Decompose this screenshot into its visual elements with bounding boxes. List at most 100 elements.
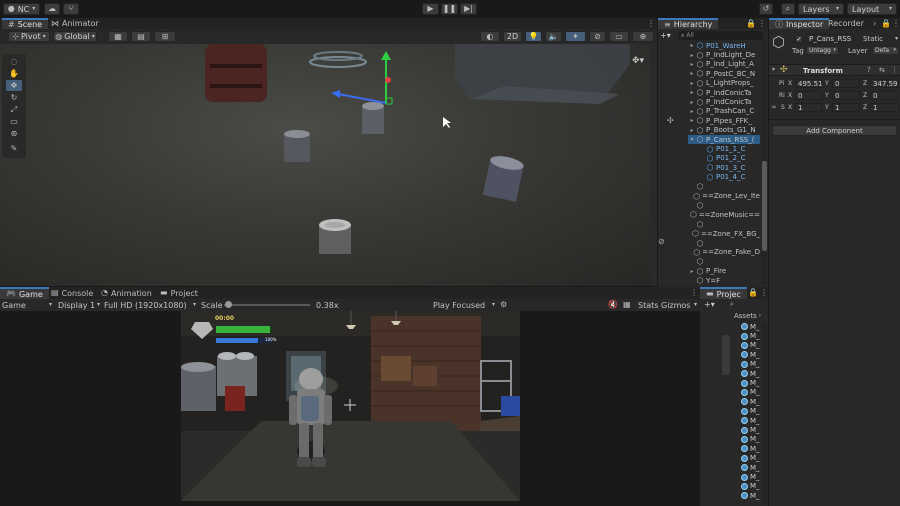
transform-tool-button[interactable]: ⊛	[6, 128, 22, 139]
rotation-x-field[interactable]: 0	[795, 91, 822, 100]
account-button[interactable]: ● NC ▾	[3, 3, 40, 15]
hierarchy-item[interactable]: ⬡	[688, 182, 760, 191]
hierarchy-item[interactable]: ⬡ P01_2_C	[688, 154, 760, 163]
audio-button[interactable]: 🔈	[545, 31, 562, 42]
hierarchy-item[interactable]: ▸ ⬡ P_IndConicTa	[688, 97, 760, 107]
hierarchy-item[interactable]: ⬡	[688, 257, 760, 266]
gizmos-dropdown[interactable]: Gizmos ▾	[661, 300, 697, 310]
view-tool-button[interactable]: ◌	[6, 56, 22, 67]
rotation-z-label[interactable]: Z	[863, 92, 867, 99]
add-component-button[interactable]: Add Component	[772, 125, 897, 136]
asset-item[interactable]: M_	[741, 369, 760, 378]
tab-game[interactable]: 🎮 Game	[0, 287, 49, 299]
draw-mode-button[interactable]: ◐	[480, 31, 500, 42]
global-dropdown[interactable]: ◍ Global ▾	[53, 31, 97, 42]
mute-audio-icon[interactable]: 🔇	[608, 300, 618, 309]
gizmos-button[interactable]: ⊕	[632, 31, 654, 42]
project-search-icon[interactable]: ⌕	[730, 300, 734, 309]
foldout-closed-icon[interactable]: ▸	[688, 99, 696, 106]
game-view[interactable]: 00:00 100%	[181, 311, 520, 501]
asset-item[interactable]: M_	[741, 472, 760, 481]
hierarchy-item[interactable]: ▸ ⬡ P_Fire	[688, 267, 760, 276]
foldout-closed-icon[interactable]: ▸	[688, 52, 696, 59]
asset-item[interactable]: M_	[741, 463, 760, 472]
move-tool-button[interactable]: ✥	[6, 80, 22, 91]
shortcuts-icon[interactable]: ▦	[623, 300, 631, 309]
asset-item[interactable]: M_	[741, 331, 760, 340]
foldout-closed-icon[interactable]: ▸	[688, 70, 696, 77]
history-button[interactable]: ↺	[759, 3, 773, 15]
hierarchy-item[interactable]: ⬡	[688, 220, 760, 229]
hierarchy-toggle-icon[interactable]: ✣	[667, 116, 674, 125]
increment-snap-button[interactable]: ⊞	[154, 31, 176, 42]
scale-y-field[interactable]: 1	[832, 103, 860, 112]
hierarchy-scrollbar[interactable]	[762, 41, 767, 285]
lock-icon[interactable]: 🔒	[746, 19, 756, 28]
tab-inspector[interactable]: ⓘ Inspector	[769, 18, 830, 29]
stats-button[interactable]: Stats	[638, 301, 658, 310]
rotation-z-field[interactable]: 0	[870, 91, 899, 100]
asset-item[interactable]: M_	[741, 388, 760, 397]
asset-item[interactable]: M_	[741, 341, 760, 350]
hierarchy-item[interactable]: ⬡	[688, 201, 760, 210]
resolution-dropdown[interactable]: Full HD (1920x1080) ▾	[104, 300, 196, 310]
scale-y-label[interactable]: Y	[825, 104, 829, 111]
step-button[interactable]: ▶|	[460, 3, 477, 15]
hierarchy-search[interactable]: ⌕ All	[678, 31, 764, 40]
foldout-closed-icon[interactable]: ▸	[688, 268, 696, 275]
position-x-label[interactable]: X	[788, 80, 792, 87]
lock-icon[interactable]: 🔒	[881, 19, 891, 28]
scale-tool-button[interactable]: ⤢	[6, 104, 22, 115]
preset-icon[interactable]: ⇆	[879, 66, 885, 74]
hierarchy-item[interactable]: ▸ ⬡ P01_WareH	[688, 41, 760, 50]
custom-tool-button[interactable]: ✎	[6, 143, 22, 154]
position-z-label[interactable]: Z	[863, 80, 867, 87]
position-y-label[interactable]: Y	[825, 80, 829, 87]
scale-slider-handle[interactable]	[224, 301, 232, 308]
hierarchy-item[interactable]: ⬡ ==Zone_FX_BG_	[688, 229, 760, 238]
asset-item[interactable]: M_	[741, 360, 760, 369]
hierarchy-item[interactable]: ▸ ⬡ P_TrashCan_C	[688, 107, 760, 116]
hierarchy-item[interactable]: ⬡ P01_4_C	[688, 173, 760, 182]
play-button[interactable]: ▶	[422, 3, 439, 15]
asset-item[interactable]: M_	[741, 482, 760, 491]
active-checkbox[interactable]: ✓	[795, 35, 803, 43]
position-y-field[interactable]: 0	[832, 79, 860, 88]
scale-z-label[interactable]: Z	[863, 104, 867, 111]
hierarchy-scrollbar-thumb[interactable]	[762, 161, 767, 251]
hierarchy-item[interactable]: ▾ ⬡ P_Cans_RSS_(	[688, 135, 760, 145]
hierarchy-visibility-icon[interactable]: ⊘	[658, 237, 665, 246]
asset-item[interactable]: M_	[741, 454, 760, 463]
tab-recorder[interactable]: Recorder	[822, 18, 870, 29]
asset-item[interactable]: M_	[741, 378, 760, 387]
hierarchy-item[interactable]: ⬡ Y=F	[688, 276, 760, 285]
asset-item[interactable]: M_	[741, 416, 760, 425]
project-scrollbar[interactable]	[763, 323, 767, 503]
kebab-menu-icon[interactable]: ⋮	[891, 66, 898, 74]
tab-console[interactable]: ▤ Console	[45, 287, 99, 299]
kebab-menu-icon[interactable]: ⋮	[892, 19, 900, 28]
mode-2d-button[interactable]: 2D	[503, 31, 522, 42]
hierarchy-item[interactable]: ▸ ⬡ P_Boots_G1_N	[688, 126, 760, 135]
asset-item[interactable]: M_	[741, 425, 760, 434]
tab-animation[interactable]: ◔ Animation	[95, 287, 158, 299]
scale-x-label[interactable]: X	[788, 104, 792, 111]
kebab-menu-icon[interactable]: ⋮	[758, 19, 766, 28]
project-create-button[interactable]: +▾	[704, 300, 715, 309]
scale-link-icon[interactable]: ∞	[771, 103, 777, 111]
tab-project-mini[interactable]: ▬ Projec	[700, 287, 747, 299]
hierarchy-item[interactable]: ⬡ ==ZoneMusic==	[688, 210, 760, 219]
scale-slider[interactable]	[224, 301, 310, 308]
hierarchy-item[interactable]: ▸ ⬡ P_IndLight_De	[688, 50, 760, 60]
cloud-button[interactable]: ☁	[44, 3, 60, 15]
asset-item[interactable]: M_	[741, 407, 760, 416]
kebab-menu-icon[interactable]: ⋮	[760, 288, 768, 297]
help-icon[interactable]: ?	[867, 66, 871, 74]
foldout-closed-icon[interactable]: ▸	[688, 127, 696, 134]
scene-viewport[interactable]: ◌ ✋ ✥ ↻ ⤢ ▭ ⊛ ✎ ✥▾	[0, 44, 657, 286]
foldout-closed-icon[interactable]: ▸	[688, 80, 696, 87]
search-button[interactable]: ⌕	[781, 3, 795, 15]
scale-z-field[interactable]: 1	[870, 103, 899, 112]
hierarchy-item[interactable]: ⬡ P01_1_C	[688, 144, 760, 154]
foldout-closed-icon[interactable]: ▸	[688, 89, 696, 96]
